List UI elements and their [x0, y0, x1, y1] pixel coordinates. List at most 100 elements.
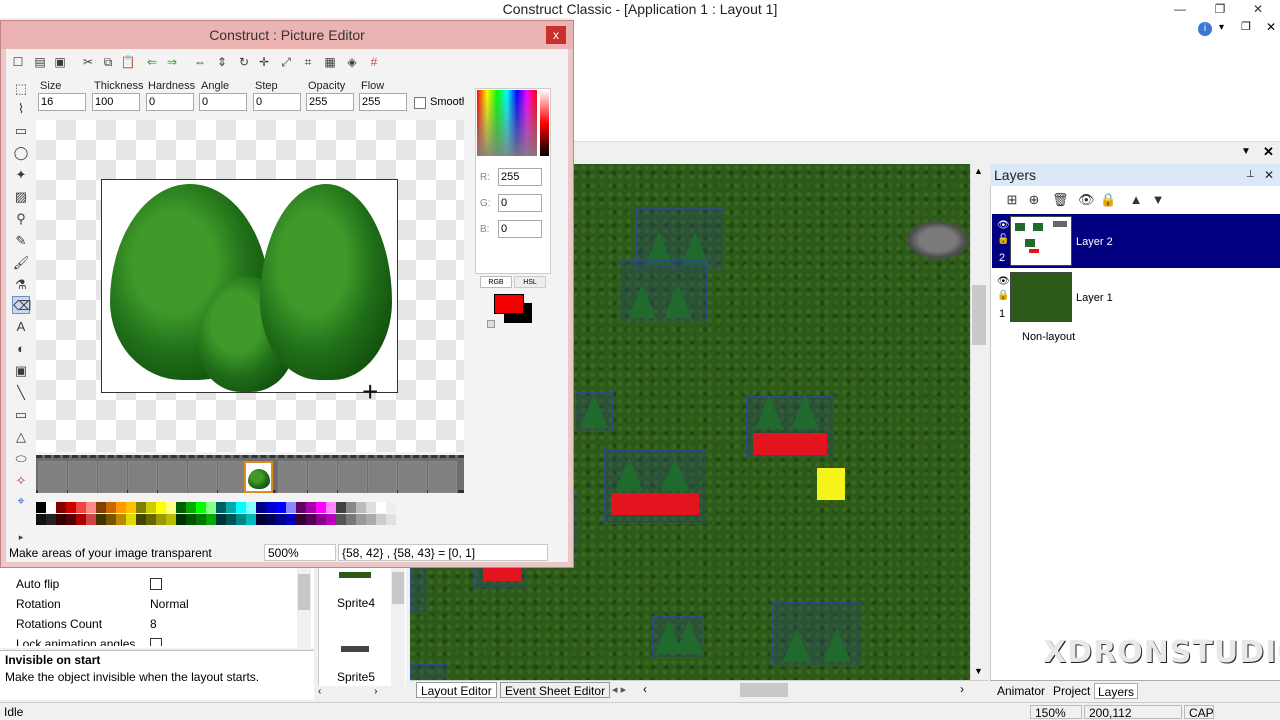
pencil-icon[interactable]: ✎: [12, 232, 30, 250]
copy-icon[interactable]: ⧉: [100, 54, 116, 70]
palette-swatch[interactable]: [326, 502, 336, 513]
flip-vertical-icon[interactable]: ⇕: [214, 54, 230, 70]
palette-swatch[interactable]: [286, 514, 296, 525]
palette-swatch[interactable]: [76, 514, 86, 525]
frame-thumbnail-selected[interactable]: [244, 461, 273, 493]
palette-swatch[interactable]: [186, 514, 196, 525]
palette-swatch[interactable]: [296, 502, 306, 513]
palette-swatch[interactable]: [176, 514, 186, 525]
palette-swatch[interactable]: [366, 502, 376, 513]
sprite4-thumbnail[interactable]: [339, 572, 371, 578]
palette-swatch[interactable]: [106, 514, 116, 525]
palette-swatch[interactable]: [246, 514, 256, 525]
size-field[interactable]: 16: [38, 93, 86, 111]
save-icon[interactable]: ▣: [52, 54, 68, 70]
palette-swatch[interactable]: [256, 502, 266, 513]
replace-color-icon[interactable]: ▣: [12, 362, 30, 380]
tree-sprite[interactable]: [575, 392, 613, 432]
open-icon[interactable]: ▤: [32, 54, 48, 70]
grid-icon[interactable]: #: [366, 54, 382, 70]
objlist-hscroll[interactable]: ‹ ›: [318, 686, 406, 700]
lock-angles-checkbox[interactable]: [150, 638, 162, 646]
palette-swatch[interactable]: [236, 514, 246, 525]
tree-sprite-red[interactable]: [746, 395, 834, 458]
sprite5-thumbnail[interactable]: [341, 646, 369, 652]
horizontal-scroll-thumb[interactable]: [740, 683, 788, 697]
palette-swatch[interactable]: [266, 502, 276, 513]
palette-swatch[interactable]: [266, 514, 276, 525]
color-spectrum[interactable]: [477, 90, 537, 156]
palette-swatch[interactable]: [286, 502, 296, 513]
ribbon-restore-icon[interactable]: ❐: [1241, 20, 1251, 33]
dropper-icon[interactable]: ⚗: [12, 276, 30, 294]
auto-flip-checkbox[interactable]: [150, 578, 162, 590]
tree-sprite[interactable]: [652, 616, 704, 658]
magic-wand-icon[interactable]: ✦: [12, 166, 30, 184]
palette-swatch[interactable]: [146, 514, 156, 525]
undo-icon[interactable]: ⇐: [144, 54, 160, 70]
zoom-icon[interactable]: ⚲: [12, 210, 30, 228]
canvas-size-icon[interactable]: ▦: [322, 54, 338, 70]
palette-swatch[interactable]: [186, 502, 196, 513]
tab-scroll-icons[interactable]: ◂ ▸: [612, 683, 626, 696]
vertical-scroll-thumb[interactable]: [972, 285, 986, 345]
unlock-icon[interactable]: 🔓: [997, 234, 1009, 245]
palette-swatch[interactable]: [46, 502, 56, 513]
palette-swatch[interactable]: [336, 514, 346, 525]
rock-sprite[interactable]: [905, 220, 970, 260]
hardness-field[interactable]: 0: [146, 93, 194, 111]
palette-swatch[interactable]: [166, 514, 176, 525]
palette-swatch[interactable]: [136, 502, 146, 513]
tree-sprite[interactable]: [619, 260, 707, 322]
hotspot-icon[interactable]: ✛: [256, 54, 272, 70]
rectangle-select-icon[interactable]: ▭: [12, 122, 30, 140]
lock-icon[interactable]: 🔒: [997, 290, 1009, 301]
g-field[interactable]: 0: [498, 194, 542, 212]
edge-sprite[interactable]: [410, 564, 428, 614]
palette-swatch[interactable]: [296, 514, 306, 525]
palette-swatch[interactable]: [86, 514, 96, 525]
image-frame[interactable]: [101, 179, 398, 393]
palette-swatch[interactable]: [86, 502, 96, 513]
b-field[interactable]: 0: [498, 220, 542, 238]
move-down-icon[interactable]: ▼: [1150, 192, 1166, 208]
picture-editor-close-button[interactable]: x: [546, 26, 566, 44]
cut-icon[interactable]: ✂: [80, 54, 96, 70]
palette-swatch[interactable]: [256, 514, 266, 525]
palette-swatch[interactable]: [66, 502, 76, 513]
color-palette[interactable]: [36, 500, 396, 526]
lock-icon[interactable]: 🔒: [1100, 192, 1116, 208]
tree-sprite[interactable]: [410, 664, 448, 680]
hotspot-tool-icon[interactable]: ✧: [12, 472, 30, 490]
move-up-icon[interactable]: ▲: [1128, 192, 1144, 208]
angle-field[interactable]: 0: [199, 93, 247, 111]
palette-swatch[interactable]: [206, 514, 216, 525]
palette-swatch[interactable]: [126, 502, 136, 513]
tab-layout-editor[interactable]: Layout Editor: [416, 682, 497, 698]
palette-swatch[interactable]: [236, 502, 246, 513]
help-icon[interactable]: i: [1198, 22, 1212, 36]
palette-swatch[interactable]: [336, 502, 346, 513]
palette-swatch[interactable]: [346, 502, 356, 513]
palette-swatch[interactable]: [96, 514, 106, 525]
palette-swatch[interactable]: [126, 514, 136, 525]
layer-row-non-layout[interactable]: Non-layout: [992, 326, 1280, 348]
tree-sprite[interactable]: [772, 602, 862, 666]
palette-swatch[interactable]: [386, 514, 396, 525]
ellipse-select-icon[interactable]: ◯: [12, 144, 30, 162]
props-scrollbar[interactable]: [297, 568, 311, 648]
doc-close-icon[interactable]: ✕: [1263, 144, 1274, 160]
resize-icon[interactable]: ⤢: [278, 54, 294, 70]
palette-swatch[interactable]: [306, 502, 316, 513]
smooth-checkbox[interactable]: [414, 97, 426, 109]
palette-swatch[interactable]: [176, 502, 186, 513]
scroll-left-icon[interactable]: ‹: [643, 682, 647, 696]
tab-layers[interactable]: Layers: [1094, 683, 1139, 699]
eraser-icon[interactable]: ⌫: [12, 296, 31, 314]
r-field[interactable]: 255: [498, 168, 542, 186]
action-point-icon[interactable]: ⌖: [12, 492, 30, 510]
line-icon[interactable]: ╲: [12, 384, 30, 402]
ellipse-icon[interactable]: ⬭: [12, 450, 30, 468]
palette-swatch[interactable]: [226, 502, 236, 513]
yellow-sprite[interactable]: [817, 468, 845, 500]
